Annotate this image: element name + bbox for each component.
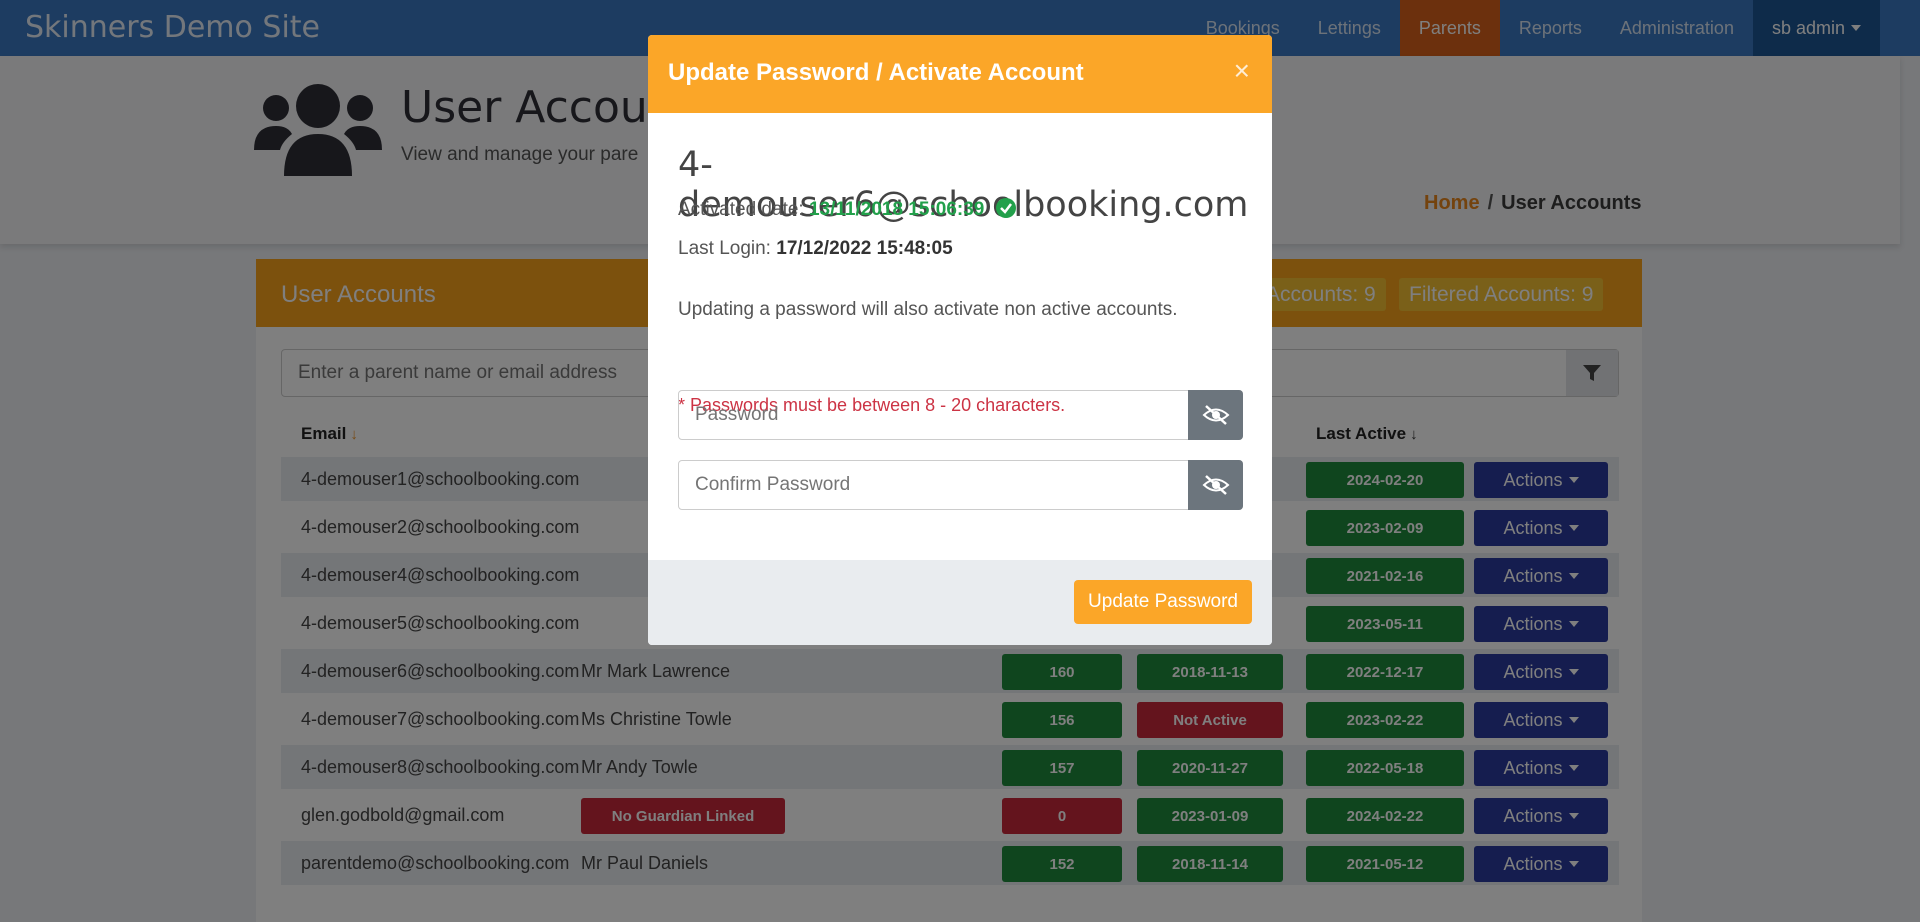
password-input[interactable]	[679, 391, 1189, 439]
password-group	[678, 390, 1243, 440]
modal-header: Update Password / Activate Account ×	[648, 35, 1272, 113]
toggle-password-button[interactable]	[1188, 390, 1243, 440]
activated-date-value: 13/11/2018 15:06:39	[808, 199, 985, 220]
modal-footer: Update Password	[648, 560, 1272, 645]
activated-date: Activated date: 13/11/2018 15:06:39	[678, 198, 1016, 221]
update-password-button[interactable]: Update Password	[1074, 580, 1252, 624]
last-login: Last Login: 17/12/2022 15:48:05	[678, 238, 953, 260]
confirm-password-input[interactable]	[679, 461, 1189, 509]
close-icon[interactable]: ×	[1234, 57, 1250, 85]
activated-date-label: Activated date:	[678, 199, 804, 220]
update-password-modal: Update Password / Activate Account × 4-d…	[648, 35, 1272, 645]
last-login-value: 17/12/2022 15:48:05	[776, 238, 953, 259]
modal-title: Update Password / Activate Account	[668, 59, 1084, 86]
check-circle-icon	[995, 198, 1016, 218]
info-text: Updating a password will also activate n…	[678, 299, 1178, 320]
toggle-confirm-password-button[interactable]	[1188, 460, 1243, 510]
confirm-password-group	[678, 460, 1243, 510]
eye-slash-icon	[1202, 405, 1229, 425]
eye-slash-icon	[1202, 475, 1229, 495]
last-login-label: Last Login:	[678, 238, 771, 259]
